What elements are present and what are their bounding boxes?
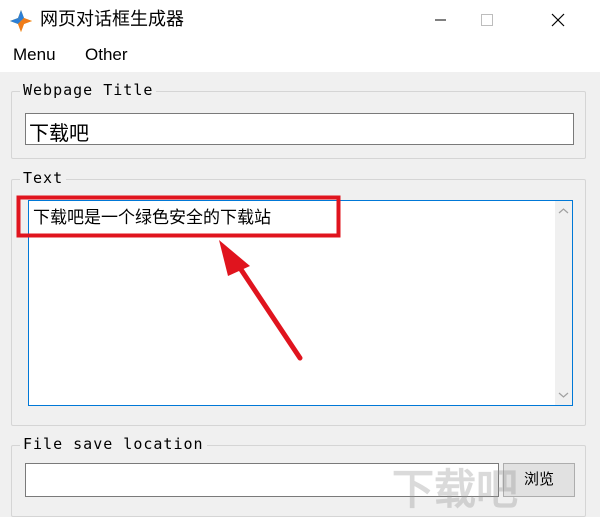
annotation-overlay bbox=[16, 195, 341, 361]
arrow-head bbox=[219, 240, 250, 276]
watermark-text: 下载吧 bbox=[392, 465, 519, 514]
arrow-shaft bbox=[233, 259, 303, 361]
browse-button-label: 浏览 bbox=[523, 470, 554, 488]
file-save-legend: File save location bbox=[20, 435, 207, 453]
highlight-box bbox=[16, 195, 341, 238]
